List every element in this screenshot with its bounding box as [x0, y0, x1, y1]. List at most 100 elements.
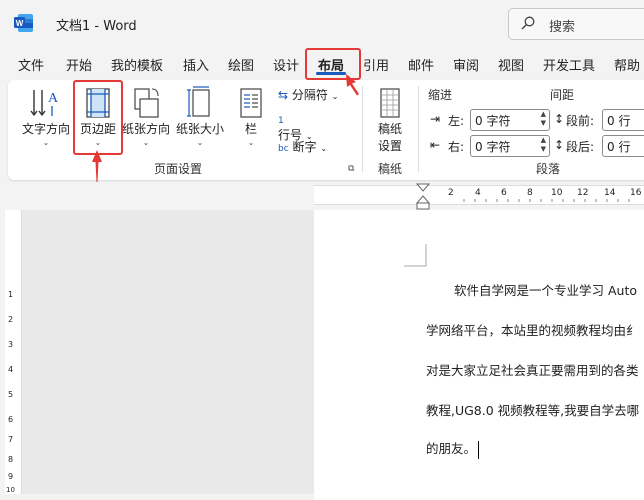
ruler-tick-label: 10 — [551, 188, 563, 198]
tab-review[interactable]: 审阅 — [453, 55, 479, 74]
indent-left-icon: ⇥ — [430, 112, 441, 126]
paragraph-group-label: 段落 — [536, 162, 561, 176]
chevron-down-icon: ⌄ — [331, 92, 339, 101]
space-after-label: 段后: — [566, 140, 595, 154]
text-cursor — [478, 440, 480, 459]
tab-draw[interactable]: 绘图 — [228, 55, 254, 74]
paragraph-line-4: 教程,UG8.0 视频教程等,我要自学去哪 — [426, 403, 640, 418]
text-direction-label: 文字方向 — [21, 122, 70, 136]
document-page[interactable]: 软件自学网是一个专业学习 Auto 学网络平台，本站里的视频教程均由纟 对是大家… — [314, 210, 644, 500]
indent-header: 缩进 — [428, 88, 453, 102]
paragraph-line-5-text: 的朋友。 — [426, 441, 477, 456]
ruler-tick-label: 2 — [8, 315, 14, 324]
tab-file[interactable]: 文件 — [18, 55, 44, 74]
horizontal-ruler[interactable]: 2 4 6 8 10 12 14 16 — [314, 185, 644, 205]
chevron-down-icon: ⌄ — [42, 138, 50, 147]
chevron-down-icon: ⌄ — [142, 138, 150, 147]
ruler-tick-label: 8 — [527, 188, 533, 198]
indent-left-label: 左: — [448, 114, 465, 128]
indent-left-value: 0 字符 — [475, 114, 511, 128]
search-box[interactable]: 搜索 — [508, 8, 644, 40]
space-after-icon: ↕ — [554, 138, 565, 152]
vertical-ruler[interactable]: 1 2 3 4 5 6 7 8 9 10 — [5, 210, 22, 494]
draft-group-label: 稿纸 — [378, 162, 403, 176]
document-title: 文档1 - Word — [56, 19, 137, 34]
ruler-tick-label: 6 — [501, 188, 507, 198]
breaks-label: 分隔符 — [291, 88, 328, 102]
svg-text:A: A — [48, 91, 59, 106]
page-setup-launcher-icon[interactable]: ⧉ — [348, 164, 354, 174]
spinner-arrows-icon[interactable]: ▲ ▼ — [541, 136, 546, 154]
group-divider — [362, 86, 363, 172]
draft-setup-label-1: 稿纸 — [377, 122, 402, 136]
ruler-tick-label: 1 — [8, 290, 14, 299]
ruler-tick-label: 14 — [604, 188, 616, 198]
ruler-tick-label: 7 — [8, 435, 14, 444]
annotation-arrow-icon — [346, 74, 359, 96]
spacing-header: 间距 — [550, 88, 575, 102]
ruler-tick-label: 2 — [448, 188, 454, 198]
tab-references[interactable]: 引用 — [363, 55, 389, 74]
tab-my-templates[interactable]: 我的模板 — [111, 55, 163, 74]
spinner-arrows-icon[interactable]: ▲ ▼ — [541, 110, 546, 128]
word-app-icon: W — [14, 14, 33, 32]
indent-left-input[interactable]: 0 字符 ▲ ▼ — [470, 109, 550, 131]
paragraph-line-5: 的朋友。 — [426, 438, 480, 459]
tab-help[interactable]: 帮助 — [614, 55, 640, 74]
orientation-label: 纸张方向 — [122, 122, 171, 136]
tab-mailings[interactable]: 邮件 — [408, 55, 434, 74]
page-setup-group-label: 页面设置 — [154, 162, 203, 176]
tab-view[interactable]: 视图 — [498, 55, 524, 74]
space-after-input[interactable]: 0 行 — [602, 135, 644, 157]
breaks-button[interactable]: ⇆ 分隔符 ⌄ — [278, 86, 338, 103]
space-before-input[interactable]: 0 行 — [602, 109, 644, 131]
svg-text:W: W — [16, 19, 24, 28]
search-placeholder: 搜索 — [549, 20, 576, 35]
ruler-tick-label: 4 — [8, 365, 14, 374]
space-before-label: 段前: — [566, 114, 595, 128]
hyphenation-label: 断字 — [292, 140, 317, 154]
search-icon — [521, 16, 535, 30]
draft-setup-button[interactable]: 稿纸 设置 — [370, 86, 410, 154]
columns-icon — [240, 88, 262, 118]
ruler-tick-label: 9 — [8, 472, 14, 481]
orientation-button[interactable]: 纸张方向 ⌄ — [122, 86, 170, 147]
indent-right-input[interactable]: 0 字符 ▲ ▼ — [470, 135, 550, 157]
indent-right-icon: ⇤ — [430, 138, 441, 152]
hyphenation-icon: bc — [278, 144, 289, 154]
ruler-tick-label: 12 — [577, 188, 589, 198]
page-size-icon — [187, 86, 210, 117]
orientation-icon — [134, 88, 159, 118]
tab-developer[interactable]: 开发工具 — [543, 55, 595, 74]
text-direction-button[interactable]: A 文字方向 ⌄ — [20, 86, 72, 147]
ruler-tick-label: 16 — [630, 188, 642, 198]
title-bar: W 文档1 - Word 搜索 — [0, 0, 644, 46]
hyphenation-button[interactable]: bc 断字 ⌄ — [278, 138, 327, 155]
ruler-tick-label: 8 — [8, 455, 14, 464]
page-size-label: 纸张大小 — [176, 122, 225, 136]
indent-right-label: 右: — [448, 140, 465, 154]
page-size-button[interactable]: 纸张大小 ⌄ — [176, 86, 224, 147]
ruler-tick-label: 6 — [8, 415, 14, 424]
tab-design[interactable]: 设计 — [273, 55, 299, 74]
margin-corner-mark — [404, 244, 427, 267]
annotation-arrow-icon — [92, 150, 102, 182]
ruler-tick-label: 5 — [8, 390, 14, 399]
space-before-value: 0 行 — [607, 114, 631, 128]
chevron-down-icon: ⌄ — [196, 138, 204, 147]
draft-paper-icon — [380, 88, 400, 118]
space-after-value: 0 行 — [607, 140, 631, 154]
columns-button[interactable]: 栏 ⌄ — [234, 86, 268, 147]
tab-insert[interactable]: 插入 — [183, 55, 209, 74]
indent-marker-icon[interactable] — [414, 183, 432, 211]
text-direction-icon: A — [30, 90, 59, 117]
line-numbers-icon: 1 — [278, 116, 284, 126]
chevron-down-icon: ⌄ — [320, 144, 328, 153]
paragraph-line-1: 软件自学网是一个专业学习 Auto — [454, 283, 637, 298]
draft-setup-label-2: 设置 — [377, 139, 402, 153]
ruler-tick-label: 3 — [8, 340, 14, 349]
columns-label: 栏 — [244, 122, 257, 136]
indent-right-value: 0 字符 — [475, 140, 511, 154]
breaks-icon: ⇆ — [278, 88, 289, 102]
tab-home[interactable]: 开始 — [66, 55, 92, 74]
